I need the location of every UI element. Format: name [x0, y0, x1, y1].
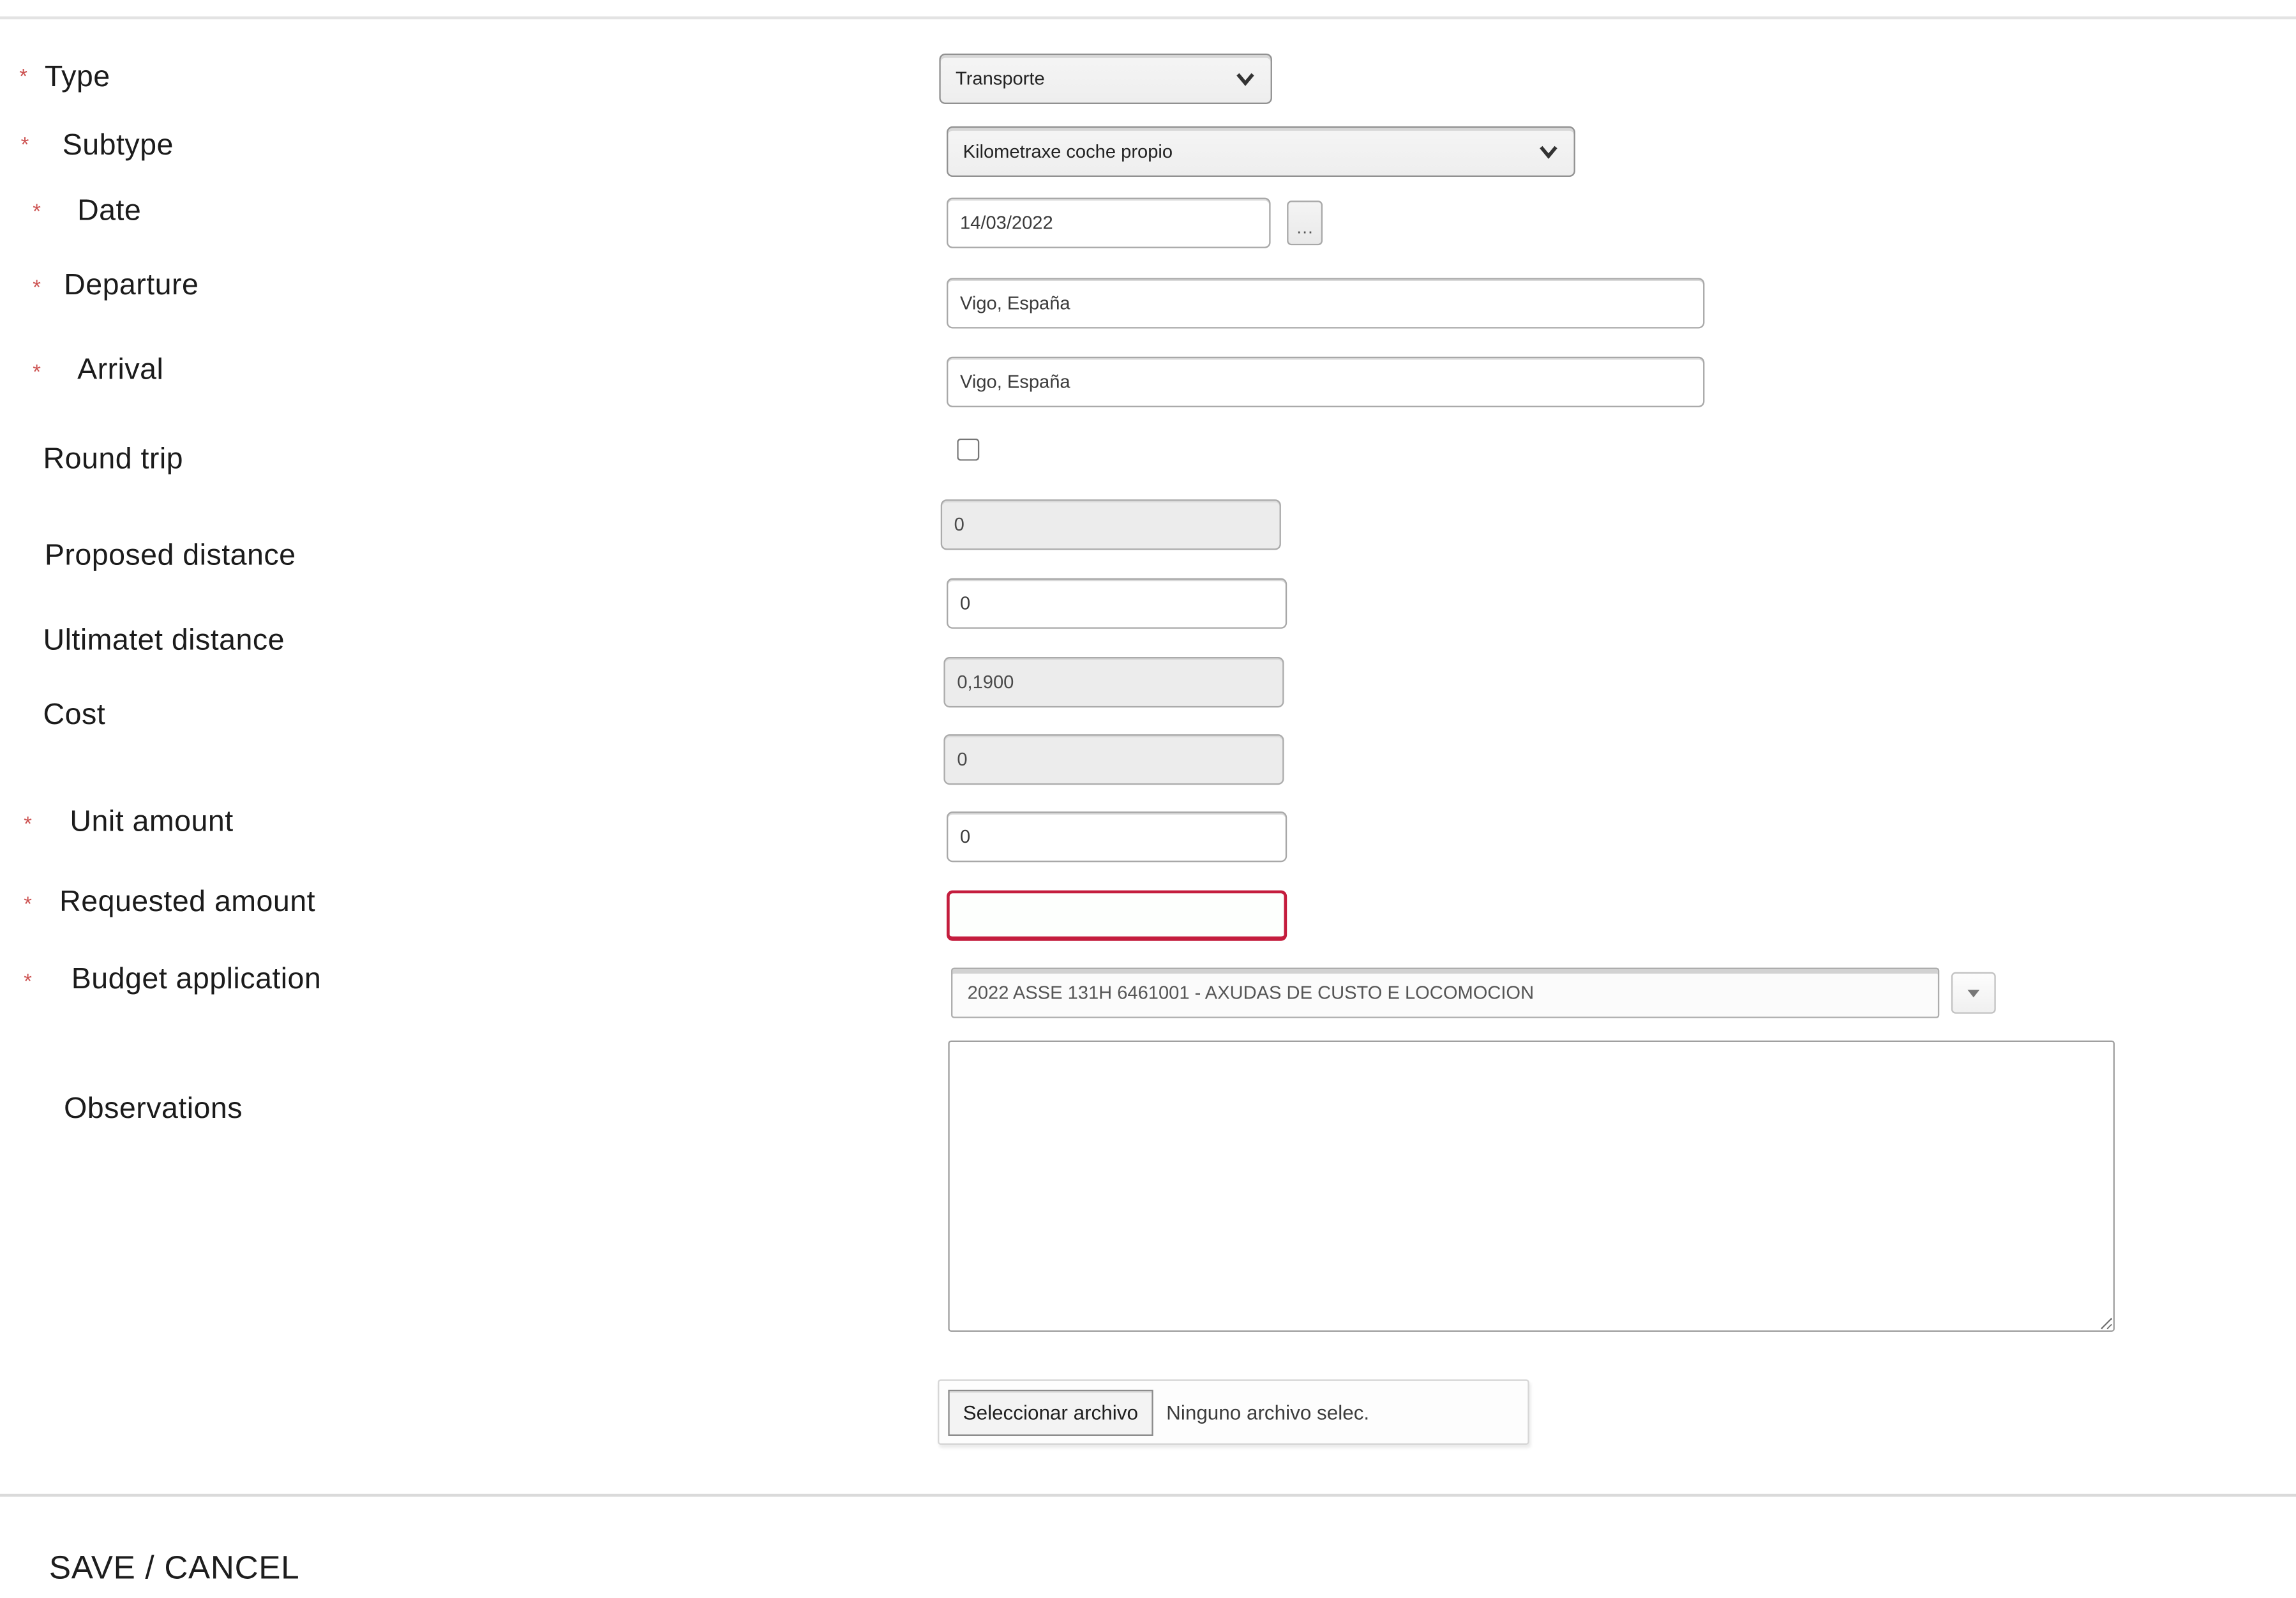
departure-label: Departure [64, 269, 199, 302]
required-asterisk: * [20, 132, 29, 156]
required-asterisk: * [24, 811, 32, 836]
arrival-label: Arrival [77, 354, 164, 387]
required-asterisk: * [33, 359, 41, 384]
cost-total-input [943, 734, 1284, 785]
budget-application-dropdown-button[interactable] [1951, 972, 1996, 1014]
save-button[interactable]: SAVE [49, 1549, 136, 1586]
file-status-text: Ninguno archivo selec. [1166, 1401, 1370, 1424]
select-file-button[interactable]: Seleccionar archivo [948, 1389, 1153, 1435]
proposed-distance-input [940, 499, 1281, 550]
action-separator: / [145, 1548, 155, 1587]
chevron-down-icon [1236, 72, 1254, 86]
required-asterisk: * [19, 64, 27, 88]
requested-amount-label: Requested amount [59, 886, 316, 919]
subtype-select-value: Kilometraxe coche propio [963, 141, 1173, 162]
expense-form: * Type Transporte * Subtype Kilometraxe … [0, 0, 2296, 1598]
ultimate-distance-label: Ultimatet distance [43, 624, 285, 658]
required-asterisk: * [33, 275, 41, 299]
proposed-distance-label: Proposed distance [44, 539, 296, 573]
required-asterisk: * [24, 969, 32, 993]
type-label: Type [44, 61, 110, 94]
date-label: Date [77, 194, 142, 228]
caret-down-icon [1967, 989, 1980, 997]
chevron-down-icon [1540, 144, 1557, 159]
subtype-label: Subtype [62, 129, 174, 162]
cost-label: Cost [43, 698, 106, 732]
observations-label: Observations [64, 1092, 243, 1126]
departure-input[interactable] [947, 278, 1705, 329]
unit-amount-input[interactable] [947, 811, 1287, 863]
type-select[interactable]: Transporte [939, 53, 1272, 104]
requested-amount-input[interactable] [947, 890, 1287, 941]
required-asterisk: * [33, 199, 41, 223]
footer-actions: SAVE / CANCEL [49, 1549, 299, 1588]
cost-rate-input [943, 657, 1284, 708]
file-upload: Seleccionar archivo Ninguno archivo sele… [938, 1379, 1529, 1445]
unit-amount-label: Unit amount [70, 805, 234, 839]
budget-application-select[interactable]: 2022 ASSE 131H 6461001 - AXUDAS DE CUSTO… [951, 967, 1940, 1018]
top-divider [0, 16, 2296, 20]
cancel-button[interactable]: CANCEL [164, 1549, 299, 1586]
observations-textarea[interactable] [948, 1040, 2115, 1332]
round-trip-label: Round trip [43, 442, 184, 476]
date-input[interactable] [947, 197, 1271, 248]
required-asterisk: * [24, 891, 32, 916]
budget-application-label: Budget application [71, 963, 322, 996]
arrival-input[interactable] [947, 356, 1705, 407]
budget-application-select-value: 2022 ASSE 131H 6461001 - AXUDAS DE CUSTO… [967, 982, 1534, 1004]
date-picker-button[interactable]: … [1287, 200, 1323, 246]
type-select-value: Transporte [956, 68, 1045, 89]
bottom-divider [0, 1493, 2296, 1497]
subtype-select[interactable]: Kilometraxe coche propio [947, 126, 1575, 177]
ultimate-distance-input[interactable] [947, 578, 1287, 629]
round-trip-checkbox[interactable] [957, 438, 980, 461]
